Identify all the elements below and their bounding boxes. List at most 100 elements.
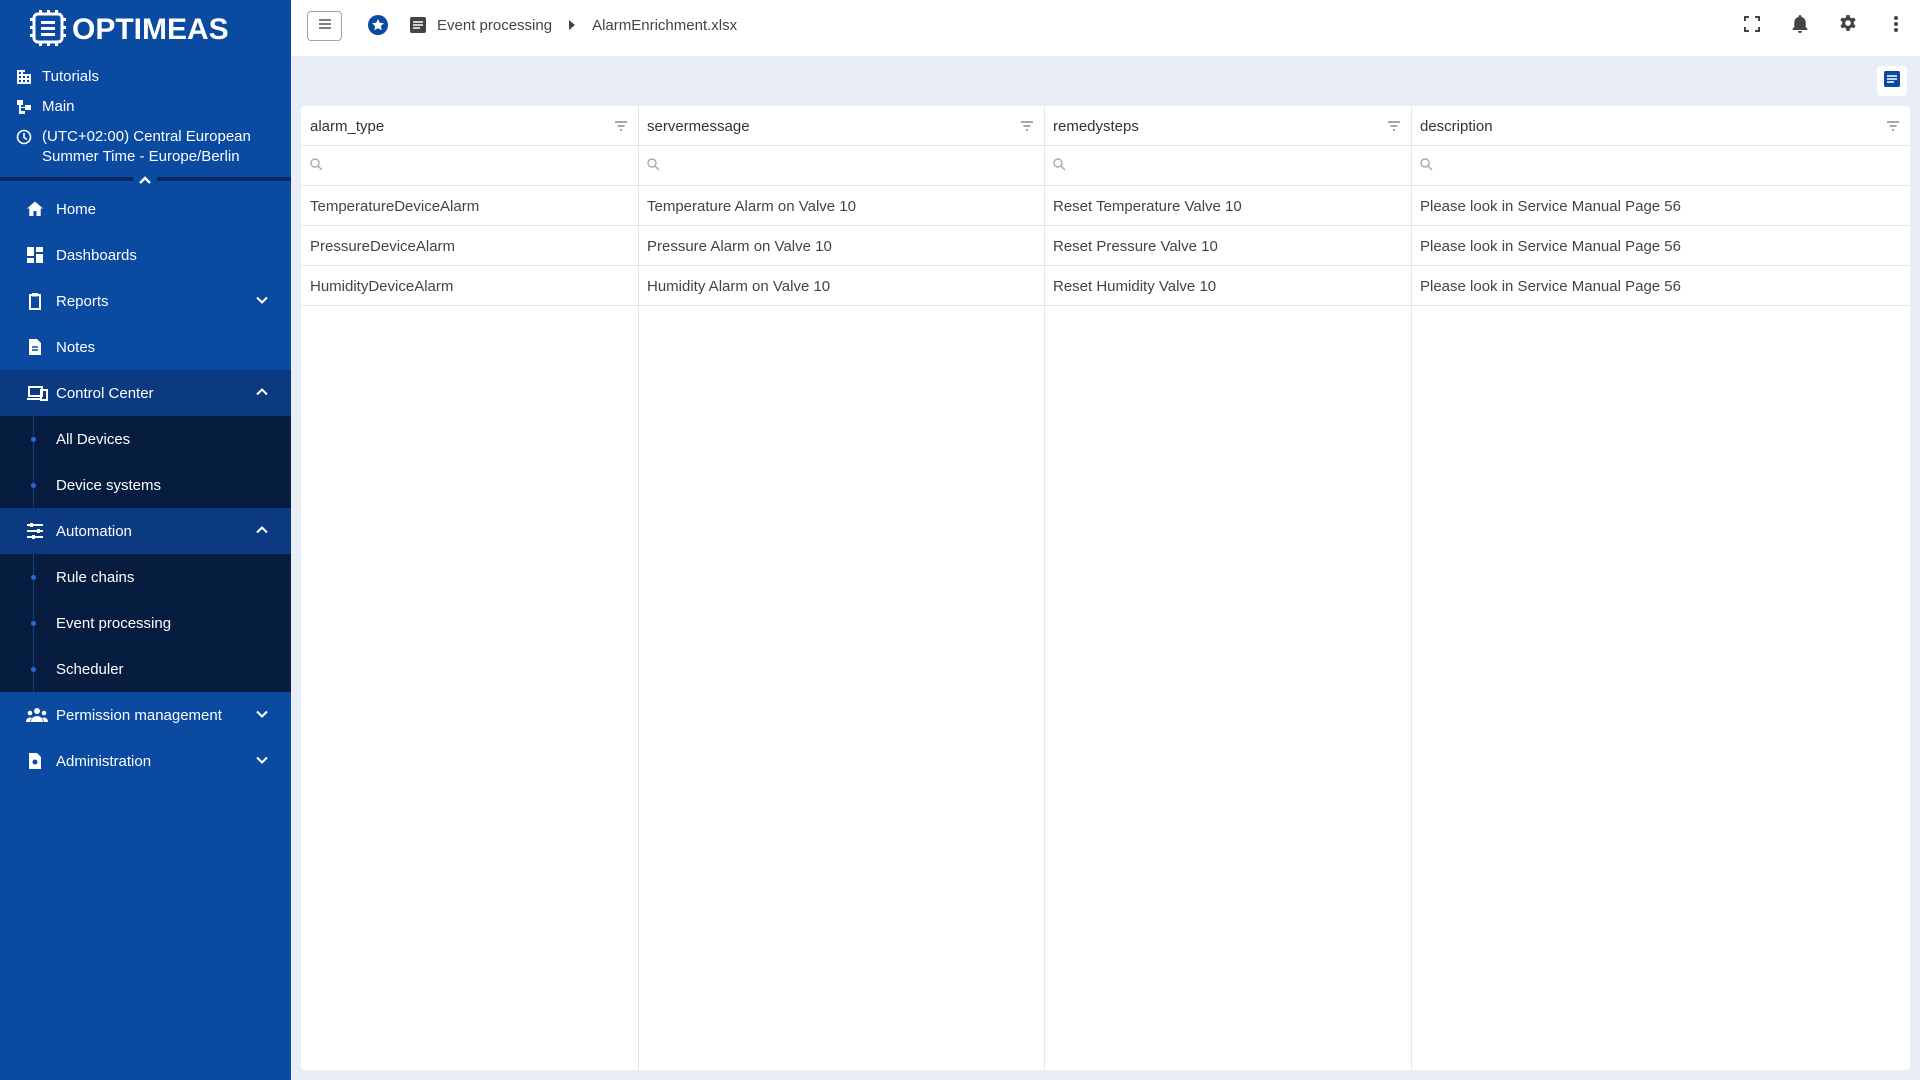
clock-icon [16,127,42,147]
sidebar-item-label: Device systems [56,476,162,494]
document-icon [409,16,427,34]
sidebar-item-permission-management[interactable]: Permission management [0,692,291,738]
sidebar-item-label: Automation [56,522,132,540]
data-table: alarm_type servermessage remedysteps des… [301,106,1910,1070]
table-cell[interactable]: Please look in Service Manual Page 56 [1411,186,1910,226]
brand-logo-text: OPTIMEAS [72,13,229,46]
table-cell[interactable]: Please look in Service Manual Page 56 [1411,266,1910,306]
sidebar-item-label: Control Center [56,384,154,402]
sidebar-item-home[interactable]: Home [0,186,291,232]
dashboard-icon [26,246,56,264]
filter-row [301,146,1910,186]
table-row[interactable]: TemperatureDeviceAlarm Temperature Alarm… [301,186,1910,226]
sidebar-item-label: Event processing [56,614,172,632]
table-cell[interactable]: TemperatureDeviceAlarm [301,186,638,226]
fullscreen-icon[interactable] [1728,15,1776,33]
filter-icon[interactable] [1387,119,1401,136]
sidebar-item-device-systems[interactable]: Device systems [0,462,291,508]
column-header-label: alarm_type [310,117,385,135]
chevron-down-icon [255,293,269,311]
clipboard-icon [26,292,56,310]
bullet-dot [31,575,36,580]
filter-icon[interactable] [1020,119,1034,136]
details-panel-button[interactable] [1877,66,1907,96]
automation-submenu: Rule chains Event processing Scheduler [0,554,291,692]
sidebar-item-label: Scheduler [56,660,124,678]
table-cell[interactable]: PressureDeviceAlarm [301,226,638,266]
sidebar-item-label: Notes [56,338,96,356]
chevron-up-icon [255,385,269,403]
sidebar-item-label: Dashboards [56,246,137,264]
table-cell[interactable]: Humidity Alarm on Valve 10 [638,266,1044,306]
timezone-selector[interactable]: (UTC+02:00) Central European Summer Time… [16,127,291,167]
filter-icon[interactable] [1886,119,1900,136]
building-icon [16,67,42,87]
list-icon [1883,70,1901,93]
table-cell[interactable]: HumidityDeviceAlarm [301,266,638,306]
column-header[interactable]: alarm_type [301,106,638,146]
hierarchy-icon [16,97,42,117]
bullet-dot [31,437,36,442]
chevron-down-icon [255,753,269,771]
sidebar-item-rule-chains[interactable]: Rule chains [0,554,291,600]
control-center-submenu: All Devices Device systems [0,416,291,508]
sidebar-item-label: Permission management [56,706,222,724]
star-icon[interactable] [367,14,389,36]
column-search-input[interactable] [1411,146,1910,186]
more-vert-icon[interactable] [1872,15,1920,33]
main-link[interactable]: Main [16,97,291,117]
sidebar-item-control-center[interactable]: Control Center [0,370,291,416]
sidebar-item-all-devices[interactable]: All Devices [0,416,291,462]
tune-icon [26,522,56,540]
sidebar-item-automation[interactable]: Automation [0,508,291,554]
people-icon [26,707,56,723]
table-cell[interactable]: Pressure Alarm on Valve 10 [638,226,1044,266]
column-search-input[interactable] [301,146,638,186]
column-header-label: remedysteps [1053,117,1139,135]
table-cell[interactable]: Please look in Service Manual Page 56 [1411,226,1910,266]
sidebar-item-administration[interactable]: Administration [0,738,291,784]
table-header: alarm_type servermessage remedysteps des… [301,106,1910,146]
bullet-dot [31,667,36,672]
column-header[interactable]: remedysteps [1044,106,1411,146]
column-header[interactable]: servermessage [638,106,1044,146]
bullet-dot [31,483,36,488]
devices-icon [26,384,56,402]
table-row[interactable]: PressureDeviceAlarm Pressure Alarm on Va… [301,226,1910,266]
gear-icon[interactable] [1824,14,1872,34]
column-search-input[interactable] [638,146,1044,186]
breadcrumb-section[interactable]: Event processing [437,17,552,34]
sidebar-nav: Home Dashboards Reports Notes Control Ce… [0,175,291,784]
column-header[interactable]: description [1411,106,1910,146]
top-actions [1728,14,1920,34]
table-cell[interactable]: Reset Temperature Valve 10 [1044,186,1411,226]
timezone-label: (UTC+02:00) Central European Summer Time… [42,128,251,165]
sidebar-item-reports[interactable]: Reports [0,278,291,324]
home-icon [26,200,56,218]
menu-icon [318,17,332,35]
column-header-label: description [1420,117,1493,135]
filter-icon[interactable] [614,119,628,136]
top-bar: Event processing AlarmEnrichment.xlsx [291,0,1920,56]
sidebar-item-label: Reports [56,292,109,310]
table-cell[interactable]: Reset Pressure Valve 10 [1044,226,1411,266]
sidebar-item-label: Home [56,200,97,218]
search-icon [1052,157,1066,176]
toggle-sidebar-button[interactable] [307,11,342,41]
table-cell[interactable]: Reset Humidity Valve 10 [1044,266,1411,306]
bell-icon[interactable] [1776,14,1824,34]
tutorials-link[interactable]: Tutorials [16,67,291,87]
sidebar-item-label: Rule chains [56,568,135,586]
sidebar-item-label: All Devices [56,430,131,448]
chevron-down-icon [255,707,269,725]
sidebar-item-event-processing[interactable]: Event processing [0,600,291,646]
column-search-input[interactable] [1044,146,1411,186]
sidebar-item-dashboards[interactable]: Dashboards [0,232,291,278]
brand-logo[interactable]: OPTIMEAS [0,0,291,56]
sidebar-item-notes[interactable]: Notes [0,324,291,370]
sidebar-item-scheduler[interactable]: Scheduler [0,646,291,692]
table-cell[interactable]: Temperature Alarm on Valve 10 [638,186,1044,226]
sidebar-item-label: Administration [56,752,152,770]
table-row[interactable]: HumidityDeviceAlarm Humidity Alarm on Va… [301,266,1910,306]
search-icon [309,157,323,176]
